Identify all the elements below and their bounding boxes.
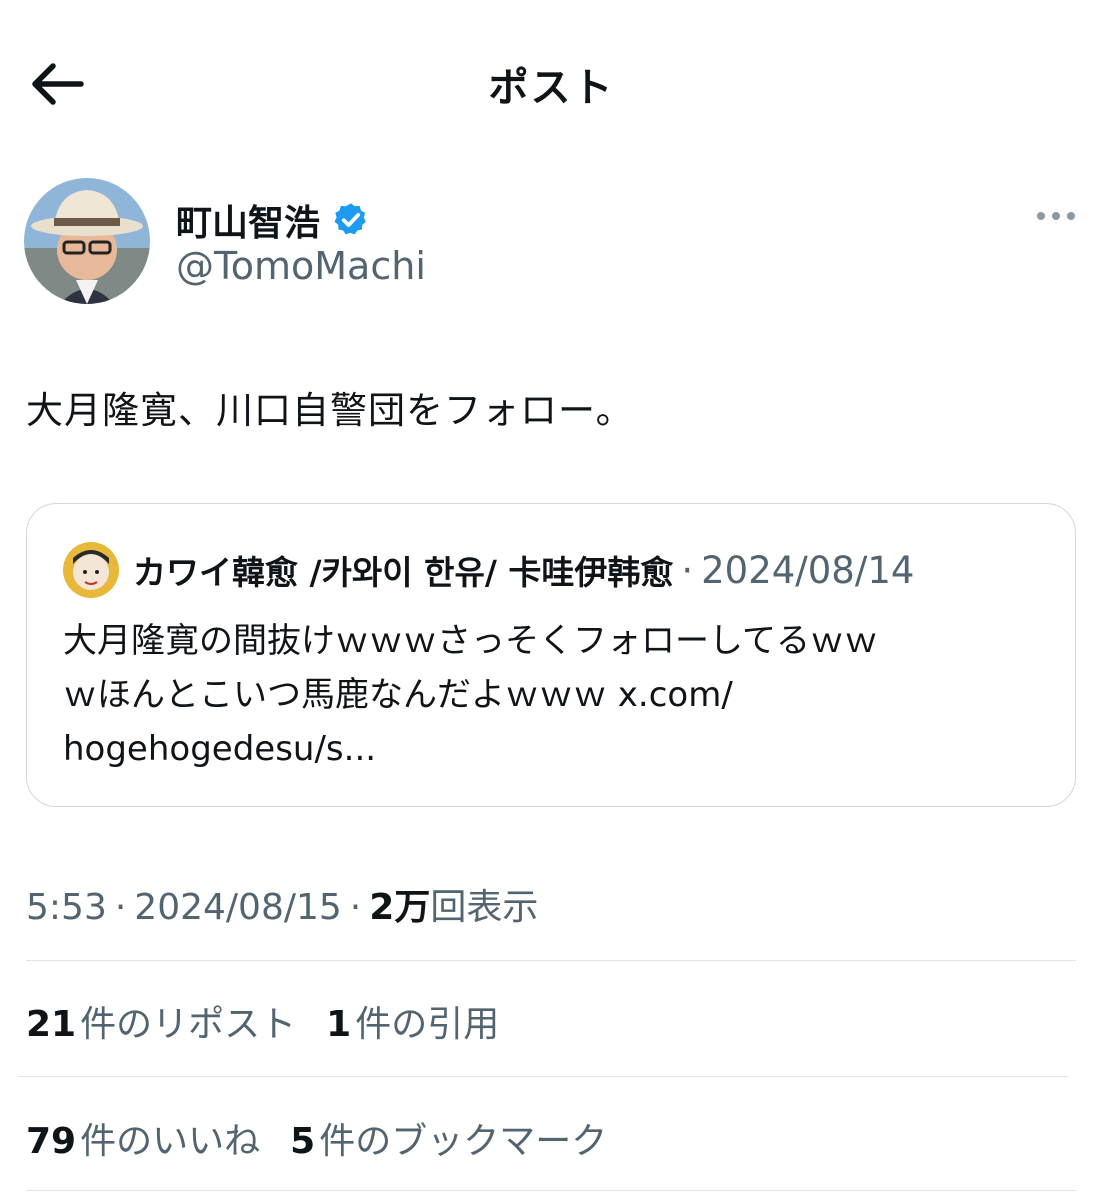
quoted-avatar — [63, 542, 119, 598]
quoted-separator: · — [681, 548, 694, 592]
reposts-stat[interactable]: 21 件のリポスト — [26, 995, 296, 1047]
divider — [26, 1190, 1076, 1191]
avatar-image — [24, 178, 150, 304]
stats-row-likes: 79 件のいいね 5 件のブックマーク — [26, 1112, 637, 1164]
quoted-text-line: hogehogedesu/s... — [63, 729, 377, 769]
more-options-button[interactable] — [1032, 200, 1080, 232]
likes-stat[interactable]: 79 件のいいね — [26, 1112, 260, 1164]
post-meta: 5:53 · 2024/08/15 · 2万回表示 — [26, 878, 538, 930]
meta-separator: · — [114, 887, 127, 928]
bookmarks-label: 件のブックマーク — [319, 1121, 608, 1162]
avatar[interactable] — [24, 178, 150, 304]
post-text: 大月隆寛、川口自警団をフォロー。 — [26, 389, 634, 432]
quoted-post-header: カワイ韓愈 /카와이 한유/ 卡哇伊韩愈 · 2024/08/14 — [63, 542, 914, 598]
views-label: 回表示 — [430, 887, 539, 928]
views-count: 2 — [369, 887, 395, 928]
page-title: ポスト — [488, 65, 615, 111]
verified-badge-icon — [334, 203, 366, 235]
quoted-text-line: ｗほんとこいつ馬鹿なんだよｗｗｗ x.com/ — [63, 675, 733, 715]
views-unit: 万 — [394, 887, 431, 928]
user-handle[interactable]: @TomoMachi — [176, 244, 426, 288]
display-name[interactable]: 町山智浩 — [176, 194, 320, 246]
more-horizontal-icon — [1037, 212, 1075, 220]
quoted-date: 2024/08/14 — [701, 548, 915, 592]
quotes-label: 件の引用 — [355, 1004, 500, 1045]
meta-separator: · — [349, 887, 362, 928]
bookmarks-stat[interactable]: 5 件のブックマーク — [290, 1112, 607, 1164]
quoted-display-name: カワイ韓愈 /카와이 한유/ 卡哇伊韩愈 — [133, 553, 674, 592]
divider — [18, 1076, 1068, 1077]
quoted-text: 大月隆寛の間抜けｗｗｗさっそくフォローしてるｗｗ ｗほんとこいつ馬鹿なんだよｗｗ… — [63, 614, 1053, 776]
quoted-text-line: 大月隆寛の間抜けｗｗｗさっそくフォローしてるｗｗ — [63, 621, 878, 661]
reposts-label: 件のリポスト — [80, 1004, 297, 1045]
quotes-stat[interactable]: 1 件の引用 — [326, 995, 499, 1047]
top-bar: ポスト — [0, 0, 1103, 165]
likes-count: 79 — [26, 1121, 77, 1162]
bookmarks-count: 5 — [290, 1121, 316, 1162]
reposts-count: 21 — [26, 1004, 77, 1045]
post-date[interactable]: 2024/08/15 — [134, 887, 342, 928]
name-row: 町山智浩 — [176, 194, 370, 246]
stats-row-reposts: 21 件のリポスト 1 件の引用 — [26, 995, 529, 1047]
quotes-count: 1 — [326, 1004, 352, 1045]
likes-label: 件のいいね — [80, 1121, 261, 1162]
post-author: 町山智浩 @TomoMachi — [24, 178, 1080, 308]
quoted-post[interactable]: カワイ韓愈 /카와이 한유/ 卡哇伊韩愈 · 2024/08/14 大月隆寛の間… — [26, 503, 1076, 807]
divider — [26, 960, 1076, 961]
post-time[interactable]: 5:53 — [26, 887, 107, 928]
